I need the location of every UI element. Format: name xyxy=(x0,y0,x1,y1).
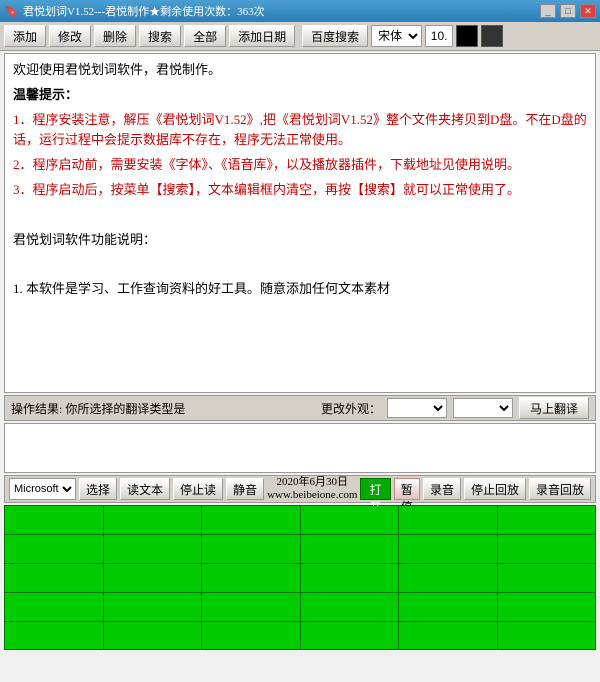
grid-cell xyxy=(202,593,301,621)
grid-cell xyxy=(498,506,596,534)
grid-cell xyxy=(202,506,301,534)
select-button[interactable]: 选择 xyxy=(79,478,117,500)
grid-cell xyxy=(399,564,498,592)
blank-line xyxy=(13,205,587,226)
close-button[interactable]: ✕ xyxy=(580,4,596,18)
style-combo-2[interactable] xyxy=(453,398,513,418)
edit-button[interactable]: 修改 xyxy=(49,25,91,47)
grid-cell xyxy=(5,593,104,621)
features-title: 君悦划词软件功能说明： xyxy=(13,230,587,251)
grid-cell xyxy=(399,506,498,534)
color-picker-black[interactable] xyxy=(456,25,478,47)
search-button[interactable]: 搜索 xyxy=(139,25,181,47)
grid-cell xyxy=(498,535,596,563)
color-picker-dark[interactable] xyxy=(481,25,503,47)
stop-playback-button[interactable]: 停止回放 xyxy=(464,478,526,500)
grid-row xyxy=(5,564,595,593)
extra-area xyxy=(4,423,596,473)
status-bar: 操作结果: 你所选择的翻译类型是 更改外观： 马上翻译 xyxy=(4,395,596,421)
grid-cell xyxy=(301,506,400,534)
style-combo-1[interactable] xyxy=(387,398,447,418)
baidu-search-button[interactable]: 百度搜索 xyxy=(302,25,368,47)
maximize-button[interactable]: □ xyxy=(560,4,576,18)
grid-cell xyxy=(202,535,301,563)
grid-row xyxy=(5,622,595,650)
playback-button[interactable]: 录音回放 xyxy=(529,478,591,500)
grid-cell xyxy=(399,535,498,563)
welcome-line: 欢迎使用君悦划词软件，君悦制作。 xyxy=(13,60,587,81)
operation-text: 操作结果: 你所选择的翻译类型是 xyxy=(11,400,315,417)
grid-cell xyxy=(104,535,203,563)
title-bar: 🔖 君悦划词V1.52---君悦制作★剩余使用次数：363次 _ □ ✕ xyxy=(0,0,600,22)
grid-cell xyxy=(104,506,203,534)
app-icon: 🔖 xyxy=(4,4,19,19)
item-2: 2．程序启动前，需要安装《字体》、《语音库》，以及播放器插件，下载地址见使用说明… xyxy=(13,155,587,176)
all-button[interactable]: 全部 xyxy=(184,25,226,47)
change-style-label: 更改外观： xyxy=(321,400,381,417)
green-grid xyxy=(4,505,596,650)
grid-cell xyxy=(301,535,400,563)
grid-cell xyxy=(104,622,203,650)
grid-cell xyxy=(399,593,498,621)
grid-cell xyxy=(301,593,400,621)
add-button[interactable]: 添加 xyxy=(4,25,46,47)
open-button[interactable]: 打开 xyxy=(360,478,390,500)
translate-button[interactable]: 马上翻译 xyxy=(519,397,589,419)
minimize-button[interactable]: _ xyxy=(540,4,556,18)
record-button[interactable]: 录音 xyxy=(423,478,461,500)
item-3: 3．程序启动后，按菜单【搜索】，文本编辑框内清空，再按【搜索】就可以正常使用了。 xyxy=(13,180,587,201)
delete-button[interactable]: 删除 xyxy=(94,25,136,47)
main-content-area[interactable]: 欢迎使用君悦划词软件，君悦制作。 温馨提示： 1．程序安装注意，解压《君悦划词V… xyxy=(4,53,596,393)
grid-cell xyxy=(301,622,400,650)
grid-cell xyxy=(104,593,203,621)
toolbar: 添加 修改 删除 搜索 全部 添加日期 百度搜索 宋体 黑体 楷体 10. xyxy=(0,22,600,51)
grid-cell xyxy=(301,564,400,592)
item-1: 1．程序安装注意，解压《君悦划词V1.52》,把《君悦划词V1.52》整个文件夹… xyxy=(13,110,587,152)
item-4: 1. 本软件是学习、工作查询资料的好工具。随意添加任何文本素材 xyxy=(13,279,587,300)
add-date-button[interactable]: 添加日期 xyxy=(229,25,295,47)
date-display: 2020年6月30日 www.beibeione.com xyxy=(267,476,357,502)
grid-cell xyxy=(202,564,301,592)
grid-cell xyxy=(399,622,498,650)
grid-row xyxy=(5,593,595,622)
grid-row xyxy=(5,506,595,535)
grid-cell xyxy=(498,622,596,650)
grid-cell xyxy=(202,622,301,650)
pause-button[interactable]: 暂停 xyxy=(394,478,420,500)
grid-cell xyxy=(104,564,203,592)
title-text: 君悦划词V1.52---君悦制作★剩余使用次数：363次 xyxy=(23,3,538,19)
grid-cell xyxy=(5,622,104,650)
read-text-button[interactable]: 读文本 xyxy=(120,478,170,500)
grid-cell xyxy=(498,593,596,621)
mute-button[interactable]: 静音 xyxy=(226,478,264,500)
bottom-toolbar: Microsoft 选择 读文本 停止读 静音 2020年6月30日 www.b… xyxy=(4,475,596,503)
grid-cell xyxy=(5,535,104,563)
voice-select[interactable]: Microsoft xyxy=(9,478,76,500)
grid-row xyxy=(5,535,595,564)
grid-cell xyxy=(5,506,104,534)
grid-cell xyxy=(498,564,596,592)
font-size-input[interactable]: 10. xyxy=(425,25,453,47)
font-select[interactable]: 宋体 黑体 楷体 xyxy=(371,25,422,47)
stop-read-button[interactable]: 停止读 xyxy=(173,478,223,500)
blank-line-2 xyxy=(13,254,587,275)
reminder-title: 温馨提示： xyxy=(13,85,587,106)
grid-cell xyxy=(5,564,104,592)
